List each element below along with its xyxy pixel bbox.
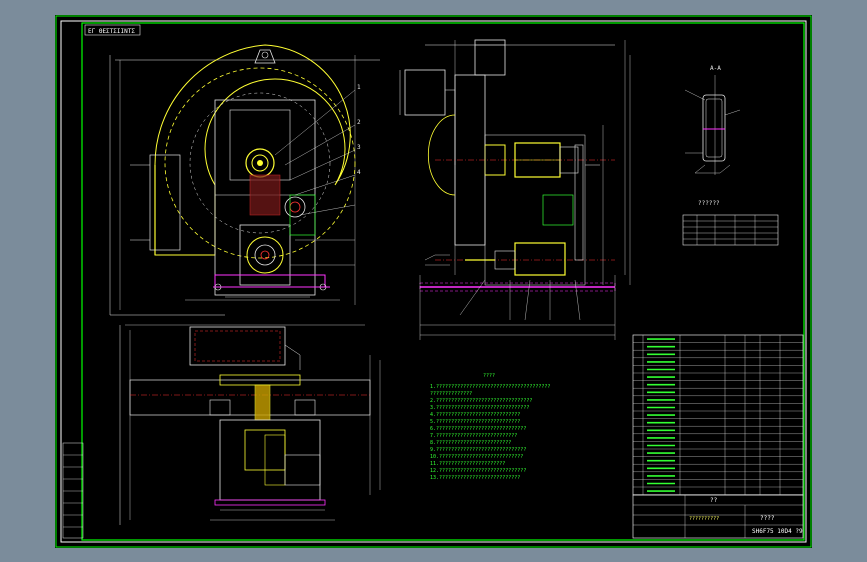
- note-line-2: ??????????????: [430, 391, 472, 397]
- detail-view: A-A ??????: [684, 65, 741, 207]
- small-parts-table: [682, 214, 779, 246]
- note-line-11: 10.????????????????????????????: [430, 454, 523, 460]
- note-line-8: 7.???????????????????????????: [430, 433, 517, 439]
- front-view: 1 2 3 4: [109, 44, 380, 316]
- bom-rows: [633, 338, 803, 495]
- note-line-10: 9.??????????????????????????????: [430, 447, 526, 453]
- title-company: SH6F75 10D4 ?9: [752, 528, 803, 535]
- note-line-9: 8.?????????????????????????: [430, 440, 511, 446]
- note-line-14: 13.???????????????????????????: [430, 475, 520, 481]
- note-line-3: 2.????????????????????????????????: [430, 398, 532, 404]
- technical-notes: ???? 1.?????????????????????????????????…: [430, 373, 550, 481]
- note-line-5: 4.????????????????????????????: [430, 412, 520, 418]
- title-drawing-no: ????: [760, 515, 775, 522]
- note-line-7: 6.??????????????????????????????: [430, 426, 526, 432]
- detail-mark-3: 3: [357, 144, 361, 151]
- header-stamp-text: ΕΓ ΘΕΣΤΣΙΙΝΤΣ: [88, 28, 135, 35]
- title-tt: ??: [710, 497, 718, 504]
- note-line-13: 12.?????????????????????????????: [430, 468, 526, 474]
- cad-drawing: ΕΓ ΘΕΣΤΣΙΙΝΤΣ 1 2 3 4 A-A ?????? ???? 1.…: [55, 15, 812, 548]
- drawing-sheet: ΕΓ ΘΕΣΤΣΙΙΝΤΣ 1 2 3 4 A-A ?????? ???? 1.…: [55, 15, 812, 548]
- title-block: ?? ?????????? ???? SH6F75 10D4 ?9: [632, 494, 804, 539]
- section-label: A-A: [710, 65, 721, 72]
- note-line-12: 11.??????????????????????: [430, 461, 505, 467]
- note-line-1: 1.??????????????????????????????????????: [430, 384, 550, 390]
- title-project: ??????????: [689, 516, 719, 522]
- notes-title: ????: [483, 373, 495, 379]
- note-line-6: 5.????????????????????????????: [430, 419, 520, 425]
- detail-mark-1: 1: [357, 84, 361, 91]
- note-line-4: 3.???????????????????????????????: [430, 405, 529, 411]
- detail-mark-4: 4: [357, 169, 361, 176]
- side-view: [399, 39, 631, 340]
- revision-strip: [62, 442, 84, 539]
- plan-view: [119, 324, 381, 525]
- bom-small-title: ??????: [698, 200, 720, 207]
- detail-mark-2: 2: [357, 119, 361, 126]
- bom-table: [632, 334, 804, 496]
